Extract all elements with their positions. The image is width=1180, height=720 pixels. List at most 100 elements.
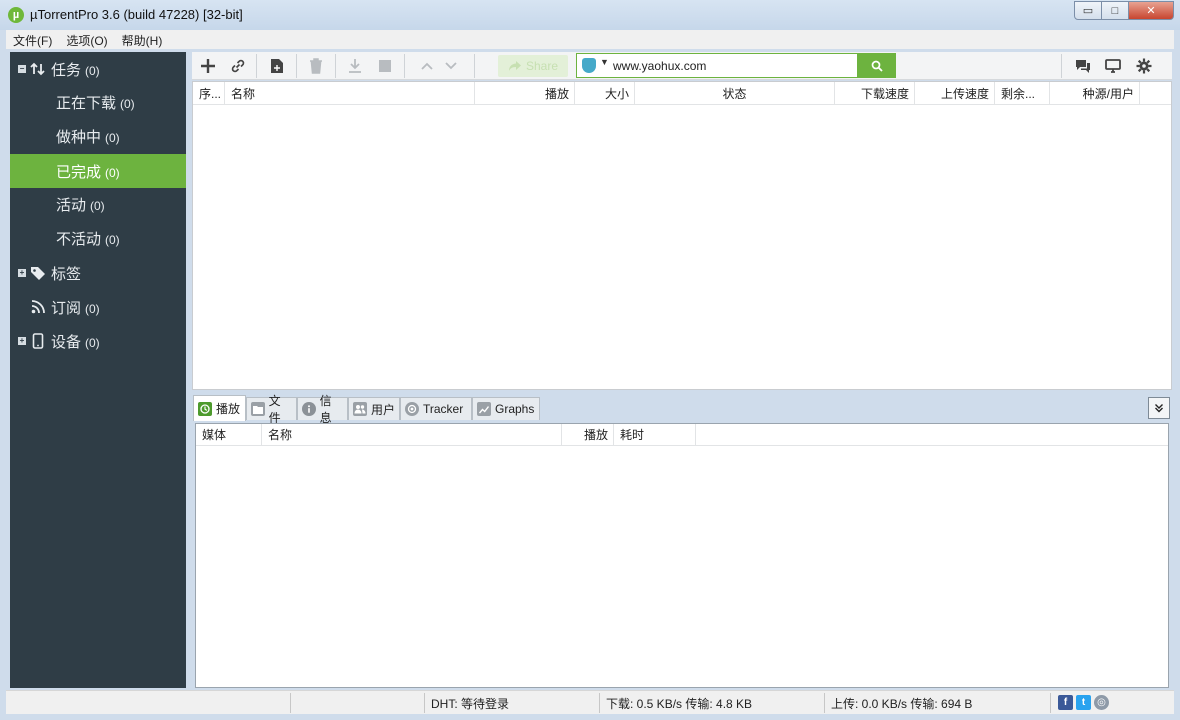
folder-icon xyxy=(251,402,265,416)
sidebar-item-labels[interactable]: + 标签 xyxy=(10,256,186,290)
remove-icon xyxy=(310,58,322,74)
sidebar-item-count: (0) xyxy=(85,335,100,350)
status-empty-2 xyxy=(291,693,425,713)
expand-icon[interactable]: + xyxy=(18,269,26,277)
toolbar-separator xyxy=(256,54,257,78)
collapse-icon[interactable]: − xyxy=(18,65,26,73)
menu-bar: 文件(F) 选项(O) 帮助(H) xyxy=(6,30,1174,49)
move-up-icon xyxy=(421,62,433,70)
sidebar-item-seeding[interactable]: 做种中 (0) xyxy=(10,119,186,153)
detail-tab-bar: 播放 文件 信息 用户 Tracker Graphs xyxy=(192,393,1172,425)
add-url-button[interactable] xyxy=(227,56,249,76)
create-torrent-button[interactable] xyxy=(266,56,288,76)
sidebar-item-count: (0) xyxy=(90,198,105,213)
double-chevron-down-icon xyxy=(1155,404,1163,413)
play-tab-icon xyxy=(198,401,212,416)
column-header-filler xyxy=(696,424,1168,446)
tab-label: Tracker xyxy=(423,402,464,416)
chat-icon xyxy=(1076,60,1090,73)
sidebar-item-label: 正在下载 xyxy=(56,94,117,112)
sidebar-item-completed[interactable]: 已完成 (0) xyxy=(10,154,186,188)
status-empty-1 xyxy=(6,693,291,713)
close-button[interactable]: ✕ xyxy=(1128,1,1174,20)
sidebar-item-label: 设备 xyxy=(51,333,82,351)
share-button[interactable]: Share xyxy=(498,55,568,77)
tab-label: 文件 xyxy=(268,394,281,425)
column-header-index[interactable]: 序... xyxy=(193,82,225,104)
tab-info[interactable]: 信息 xyxy=(297,394,348,425)
sidebar-item-devices[interactable]: + 设备 (0) xyxy=(10,324,186,358)
column-header-eta[interactable]: 剩余... xyxy=(995,82,1050,104)
column-header-size[interactable]: 大小 xyxy=(575,82,635,104)
column-header-name[interactable]: 名称 xyxy=(262,424,562,446)
sidebar-item-label: 已完成 xyxy=(56,163,102,181)
search-button[interactable] xyxy=(857,53,896,78)
menu-help[interactable]: 帮助(H) xyxy=(115,30,170,49)
add-torrent-button[interactable] xyxy=(197,56,219,76)
settings-icon xyxy=(1136,58,1152,74)
toolbar-separator xyxy=(474,54,475,78)
column-header-play[interactable]: 播放 xyxy=(475,82,575,104)
web-icon[interactable]: ◎ xyxy=(1094,695,1109,710)
chat-button[interactable] xyxy=(1072,56,1094,76)
play-detail-pane[interactable]: 媒体 名称 播放 耗时 xyxy=(195,423,1169,688)
tab-label: 信息 xyxy=(319,394,332,425)
menu-file[interactable]: 文件(F) xyxy=(6,30,59,49)
header-divider xyxy=(193,104,1171,105)
sidebar-item-inactive[interactable]: 不活动 (0) xyxy=(10,221,186,255)
sidebar-item-label: 标签 xyxy=(51,265,82,283)
facebook-icon[interactable]: f xyxy=(1058,695,1073,710)
share-icon xyxy=(508,61,521,71)
column-header-up-speed[interactable]: 上传速度 xyxy=(915,82,995,104)
download-icon xyxy=(349,59,361,73)
title-bar: µ µTorrentPro 3.6 (build 47228) [32-bit]… xyxy=(0,0,1180,30)
collapse-panel-button[interactable] xyxy=(1148,397,1170,419)
tab-files[interactable]: 文件 xyxy=(246,394,297,425)
settings-button[interactable] xyxy=(1133,56,1155,76)
column-header-seeds-peers[interactable]: 种源/用户 xyxy=(1050,82,1140,104)
expand-icon[interactable]: + xyxy=(18,337,26,345)
minimize-button[interactable]: ▭ xyxy=(1074,1,1102,20)
tab-graphs[interactable]: Graphs xyxy=(472,397,540,420)
download-status: 下载: 0.5 KB/s 传输: 4.8 KB xyxy=(600,693,825,713)
tab-play[interactable]: 播放 xyxy=(193,395,246,421)
column-header-media[interactable]: 媒体 xyxy=(196,424,262,446)
sidebar-item-active[interactable]: 活动 (0) xyxy=(10,187,186,221)
column-header-status[interactable]: 状态 xyxy=(635,82,835,104)
dht-status: DHT: 等待登录 xyxy=(425,693,600,713)
window-controls: ▭ □ ✕ xyxy=(1074,1,1174,20)
torrent-list[interactable]: 序... 名称 播放 大小 状态 下载速度 上传速度 剩余... 种源/用户 xyxy=(192,81,1172,390)
remove-button[interactable] xyxy=(305,56,327,76)
search-input[interactable] xyxy=(613,57,849,74)
sidebar-item-count: (0) xyxy=(105,165,120,180)
chevron-down-icon[interactable]: ▼ xyxy=(600,57,609,67)
main-toolbar: Share ▼ xyxy=(192,52,1172,80)
maximize-button[interactable]: □ xyxy=(1101,1,1129,20)
move-up-button[interactable] xyxy=(416,56,438,76)
utorrent-logo-icon: µ xyxy=(8,7,24,23)
sidebar-item-torrents[interactable]: − 任务 (0) xyxy=(10,52,186,86)
sidebar-item-label: 活动 xyxy=(56,196,87,214)
transfer-arrows-icon xyxy=(30,61,46,77)
stop-button[interactable] xyxy=(374,56,396,76)
search-provider-icon[interactable] xyxy=(582,58,596,73)
move-down-button[interactable] xyxy=(440,56,462,76)
remote-button[interactable] xyxy=(1102,56,1124,76)
device-icon xyxy=(30,333,46,349)
move-down-icon xyxy=(445,62,457,70)
search-box: ▼ xyxy=(576,53,858,78)
column-header-play[interactable]: 播放 xyxy=(562,424,614,446)
tab-tracker[interactable]: Tracker xyxy=(400,397,472,420)
column-header-name[interactable]: 名称 xyxy=(225,82,475,104)
menu-options[interactable]: 选项(O) xyxy=(59,30,114,49)
status-bar: DHT: 等待登录 下载: 0.5 KB/s 传输: 4.8 KB 上传: 0.… xyxy=(6,690,1174,714)
category-sidebar: − 任务 (0) 正在下载 (0) 做种中 (0) 已完成 (0) 活动 (0) 不活动(… xyxy=(10,52,186,688)
tag-icon xyxy=(30,265,46,281)
column-header-duration[interactable]: 耗时 xyxy=(614,424,696,446)
tab-peers[interactable]: 用户 xyxy=(348,397,400,420)
twitter-icon[interactable]: t xyxy=(1076,695,1091,710)
sidebar-item-feeds[interactable]: 订阅 (0) xyxy=(10,290,186,324)
column-header-down-speed[interactable]: 下载速度 xyxy=(835,82,915,104)
start-button[interactable] xyxy=(344,56,366,76)
sidebar-item-downloading[interactable]: 正在下载 (0) xyxy=(10,85,186,119)
